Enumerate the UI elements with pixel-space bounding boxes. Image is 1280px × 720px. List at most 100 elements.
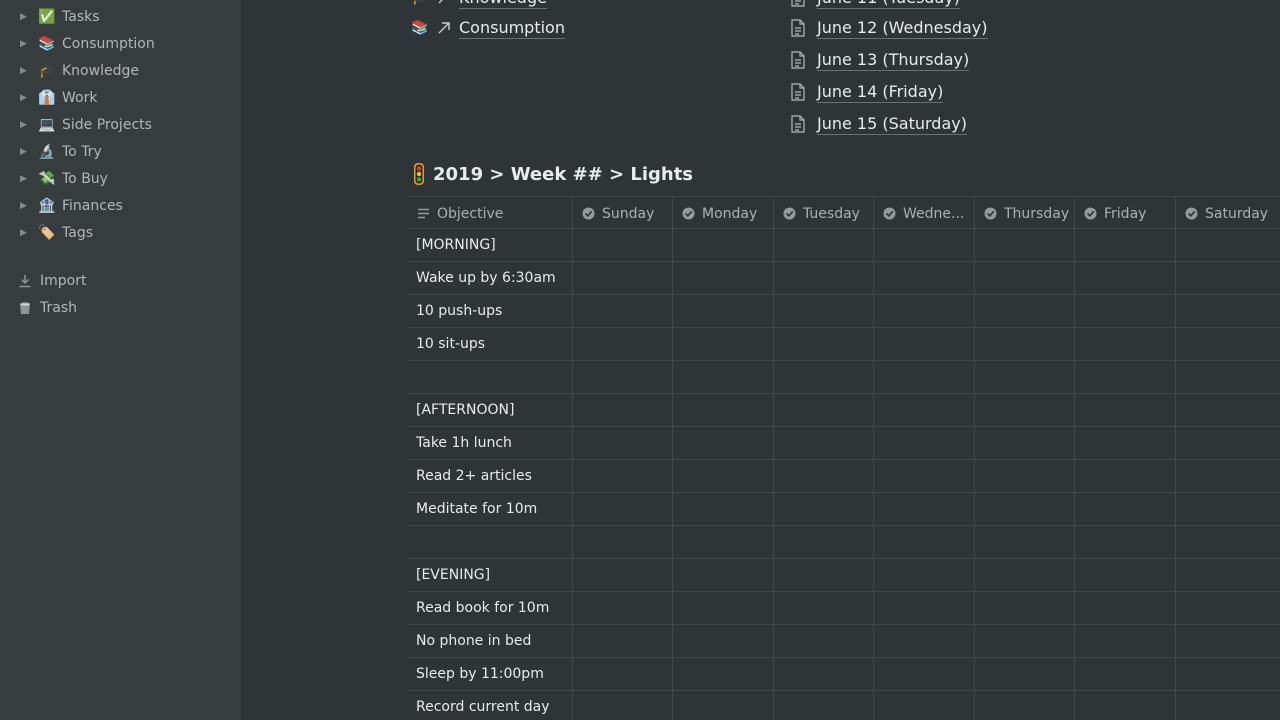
checkbox-cell-thursday[interactable] <box>975 427 1075 460</box>
checkbox-cell-wednesday[interactable] <box>874 493 975 526</box>
objective-cell[interactable]: Record current day <box>408 691 573 720</box>
checkbox-cell-sunday[interactable] <box>573 559 673 592</box>
caret-right-icon[interactable]: ▶ <box>20 172 30 186</box>
checkbox-cell-thursday[interactable] <box>975 262 1075 295</box>
column-header-sunday[interactable]: Sunday <box>573 197 673 230</box>
checkbox-cell-thursday[interactable] <box>975 394 1075 427</box>
checkbox-cell-saturday[interactable] <box>1176 658 1280 691</box>
checkbox-cell-sunday[interactable] <box>573 592 673 625</box>
checkbox-cell-monday[interactable] <box>673 394 774 427</box>
objective-cell[interactable]: 10 sit-ups <box>408 328 573 361</box>
link-day-page[interactable]: June 13 (Thursday) <box>790 48 970 72</box>
checkbox-cell-friday[interactable] <box>1075 592 1176 625</box>
checkbox-cell-wednesday[interactable] <box>874 658 975 691</box>
checkbox-cell-wednesday[interactable] <box>874 460 975 493</box>
checkbox-cell-sunday[interactable] <box>573 361 673 394</box>
caret-right-icon[interactable]: ▶ <box>20 10 30 24</box>
checkbox-cell-saturday[interactable] <box>1176 559 1280 592</box>
objective-cell[interactable]: No phone in bed <box>408 625 573 658</box>
checkbox-cell-thursday[interactable] <box>975 493 1075 526</box>
sidebar-item-to-buy[interactable]: ▶ 💸 To Buy <box>0 166 241 193</box>
checkbox-cell-monday[interactable] <box>673 460 774 493</box>
checkbox-cell-thursday[interactable] <box>975 658 1075 691</box>
database-title[interactable]: 2019 > Week ## > Lights <box>412 161 693 187</box>
caret-right-icon[interactable]: ▶ <box>20 91 30 105</box>
table-row[interactable] <box>408 361 1280 394</box>
checkbox-cell-friday[interactable] <box>1075 262 1176 295</box>
checkbox-cell-thursday[interactable] <box>975 328 1075 361</box>
objective-cell[interactable]: Sleep by 11:00pm <box>408 658 573 691</box>
checkbox-cell-wednesday[interactable] <box>874 295 975 328</box>
checkbox-cell-monday[interactable] <box>673 691 774 720</box>
checkbox-cell-monday[interactable] <box>673 427 774 460</box>
checkbox-cell-wednesday[interactable] <box>874 394 975 427</box>
checkbox-cell-friday[interactable] <box>1075 658 1176 691</box>
checkbox-cell-saturday[interactable] <box>1176 361 1280 394</box>
checkbox-cell-saturday[interactable] <box>1176 625 1280 658</box>
table-row[interactable]: [EVENING] <box>408 559 1280 592</box>
checkbox-cell-thursday[interactable] <box>975 559 1075 592</box>
link-day-page[interactable]: June 12 (Wednesday) <box>790 16 988 40</box>
column-header-tuesday[interactable]: Tuesday <box>774 197 874 230</box>
column-header-saturday[interactable]: Saturday <box>1176 197 1280 230</box>
objective-cell[interactable]: 10 push-ups <box>408 295 573 328</box>
sidebar-item-tags[interactable]: ▶ 🏷️ Tags <box>0 220 241 247</box>
objective-cell[interactable]: Wake up by 6:30am <box>408 262 573 295</box>
checkbox-cell-tuesday[interactable] <box>774 559 874 592</box>
checkbox-cell-sunday[interactable] <box>573 328 673 361</box>
sidebar-item-to-try[interactable]: ▶ 🔬 To Try <box>0 139 241 166</box>
checkbox-cell-tuesday[interactable] <box>774 394 874 427</box>
checkbox-cell-saturday[interactable] <box>1176 592 1280 625</box>
checkbox-cell-tuesday[interactable] <box>774 229 874 262</box>
checkbox-cell-sunday[interactable] <box>573 427 673 460</box>
objective-cell[interactable]: Meditate for 10m <box>408 493 573 526</box>
checkbox-cell-monday[interactable] <box>673 559 774 592</box>
sidebar-item-side-projects[interactable]: ▶ 💻 Side Projects <box>0 112 241 139</box>
link-knowledge-text[interactable]: Knowledge <box>459 0 547 9</box>
checkbox-cell-thursday[interactable] <box>975 625 1075 658</box>
column-header-friday[interactable]: Friday <box>1075 197 1176 230</box>
table-row[interactable]: Read 2+ articles <box>408 460 1280 493</box>
checkbox-cell-wednesday[interactable] <box>874 691 975 720</box>
day-link-text[interactable]: June 13 (Thursday) <box>817 50 970 71</box>
link-consumption-text[interactable]: Consumption <box>459 18 565 39</box>
sidebar-import[interactable]: Import <box>0 268 241 295</box>
objective-cell[interactable]: Read book for 10m <box>408 592 573 625</box>
caret-right-icon[interactable]: ▶ <box>20 37 30 51</box>
caret-right-icon[interactable]: ▶ <box>20 145 30 159</box>
checkbox-cell-friday[interactable] <box>1075 691 1176 720</box>
table-row[interactable]: 10 push-ups <box>408 295 1280 328</box>
checkbox-cell-sunday[interactable] <box>573 691 673 720</box>
checkbox-cell-friday[interactable] <box>1075 625 1176 658</box>
checkbox-cell-thursday[interactable] <box>975 592 1075 625</box>
checkbox-cell-wednesday[interactable] <box>874 229 975 262</box>
checkbox-cell-sunday[interactable] <box>573 394 673 427</box>
checkbox-cell-saturday[interactable] <box>1176 295 1280 328</box>
checkbox-cell-monday[interactable] <box>673 658 774 691</box>
checkbox-cell-friday[interactable] <box>1075 559 1176 592</box>
checkbox-cell-friday[interactable] <box>1075 427 1176 460</box>
checkbox-cell-tuesday[interactable] <box>774 658 874 691</box>
checkbox-cell-thursday[interactable] <box>975 295 1075 328</box>
checkbox-cell-monday[interactable] <box>673 328 774 361</box>
checkbox-cell-friday[interactable] <box>1075 229 1176 262</box>
checkbox-cell-sunday[interactable] <box>573 460 673 493</box>
checkbox-cell-friday[interactable] <box>1075 526 1176 559</box>
checkbox-cell-saturday[interactable] <box>1176 262 1280 295</box>
checkbox-cell-wednesday[interactable] <box>874 592 975 625</box>
checkbox-cell-sunday[interactable] <box>573 262 673 295</box>
checkbox-cell-friday[interactable] <box>1075 361 1176 394</box>
table-row[interactable]: 10 sit-ups <box>408 328 1280 361</box>
checkbox-cell-wednesday[interactable] <box>874 427 975 460</box>
checkbox-cell-thursday[interactable] <box>975 229 1075 262</box>
table-row[interactable] <box>408 526 1280 559</box>
link-day-page[interactable]: June 15 (Saturday) <box>790 112 967 136</box>
checkbox-cell-saturday[interactable] <box>1176 526 1280 559</box>
checkbox-cell-sunday[interactable] <box>573 295 673 328</box>
table-row[interactable]: Record current day <box>408 691 1280 720</box>
checkbox-cell-wednesday[interactable] <box>874 361 975 394</box>
objective-cell[interactable] <box>408 526 573 559</box>
checkbox-cell-monday[interactable] <box>673 361 774 394</box>
checkbox-cell-thursday[interactable] <box>975 460 1075 493</box>
checkbox-cell-saturday[interactable] <box>1176 460 1280 493</box>
